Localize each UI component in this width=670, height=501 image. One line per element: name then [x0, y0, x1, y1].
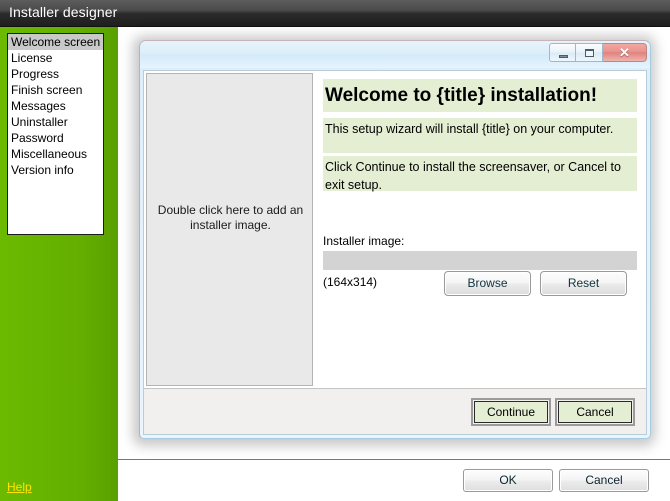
- dialog-right-pane: Welcome to {title} installation! This se…: [315, 73, 644, 386]
- sidebar-item[interactable]: Finish screen: [8, 82, 103, 98]
- window-controls: ✕: [549, 43, 647, 63]
- installer-image-dropzone[interactable]: Double click here to add an installer im…: [146, 73, 313, 386]
- dialog-body: Double click here to add an installer im…: [143, 70, 647, 435]
- reset-button[interactable]: Reset: [540, 271, 627, 296]
- sidebar-item[interactable]: License: [8, 50, 103, 66]
- app-root: Installer designer Welcome screen License…: [0, 0, 670, 501]
- welcome-text-line-2: Click Continue to install the screensave…: [323, 156, 637, 192]
- ok-button[interactable]: OK: [463, 469, 553, 492]
- maximize-button[interactable]: [576, 43, 603, 62]
- sidebar-item[interactable]: Welcome screen: [8, 34, 103, 50]
- browse-button[interactable]: Browse: [444, 271, 531, 296]
- installer-image-label: Installer image:: [323, 234, 405, 248]
- sidebar-listbox[interactable]: Welcome screen License Progress Finish scre…: [7, 33, 104, 235]
- app-titlebar: Installer designer: [0, 0, 670, 27]
- installer-image-path-input[interactable]: [323, 251, 637, 270]
- dialog-cancel-button[interactable]: Cancel: [555, 398, 635, 426]
- bottom-bar: OK Cancel: [118, 460, 670, 501]
- sidebar-item[interactable]: Progress: [8, 66, 103, 82]
- sidebar-item[interactable]: Password: [8, 130, 103, 146]
- installer-preview-dialog: ✕ Double click here to add an installer …: [139, 40, 651, 439]
- sidebar-item[interactable]: Messages: [8, 98, 103, 114]
- sidebar-item[interactable]: Miscellaneous: [8, 146, 103, 162]
- welcome-heading: Welcome to {title} installation!: [323, 79, 637, 112]
- minimize-button[interactable]: [549, 43, 576, 62]
- close-icon: ✕: [619, 45, 630, 60]
- help-link[interactable]: Help: [7, 480, 32, 494]
- sidebar-item[interactable]: Uninstaller: [8, 114, 103, 130]
- cancel-button[interactable]: Cancel: [559, 469, 649, 492]
- close-button[interactable]: ✕: [603, 43, 647, 62]
- continue-button[interactable]: Continue: [471, 398, 551, 426]
- sidebar-item[interactable]: Version info: [8, 162, 103, 178]
- minimize-icon: [559, 55, 568, 58]
- dialog-footer: Continue Cancel: [144, 388, 646, 434]
- welcome-text-line-1: This setup wizard will install {title} o…: [323, 118, 637, 153]
- maximize-icon: [585, 49, 594, 57]
- app-title: Installer designer: [9, 4, 118, 20]
- sidebar: Welcome screen License Progress Finish scre…: [0, 27, 118, 501]
- installer-image-dimensions: (164x314): [323, 275, 378, 289]
- installer-image-placeholder-text: Double click here to add an installer im…: [157, 203, 304, 232]
- dialog-titlebar[interactable]: ✕: [140, 41, 650, 68]
